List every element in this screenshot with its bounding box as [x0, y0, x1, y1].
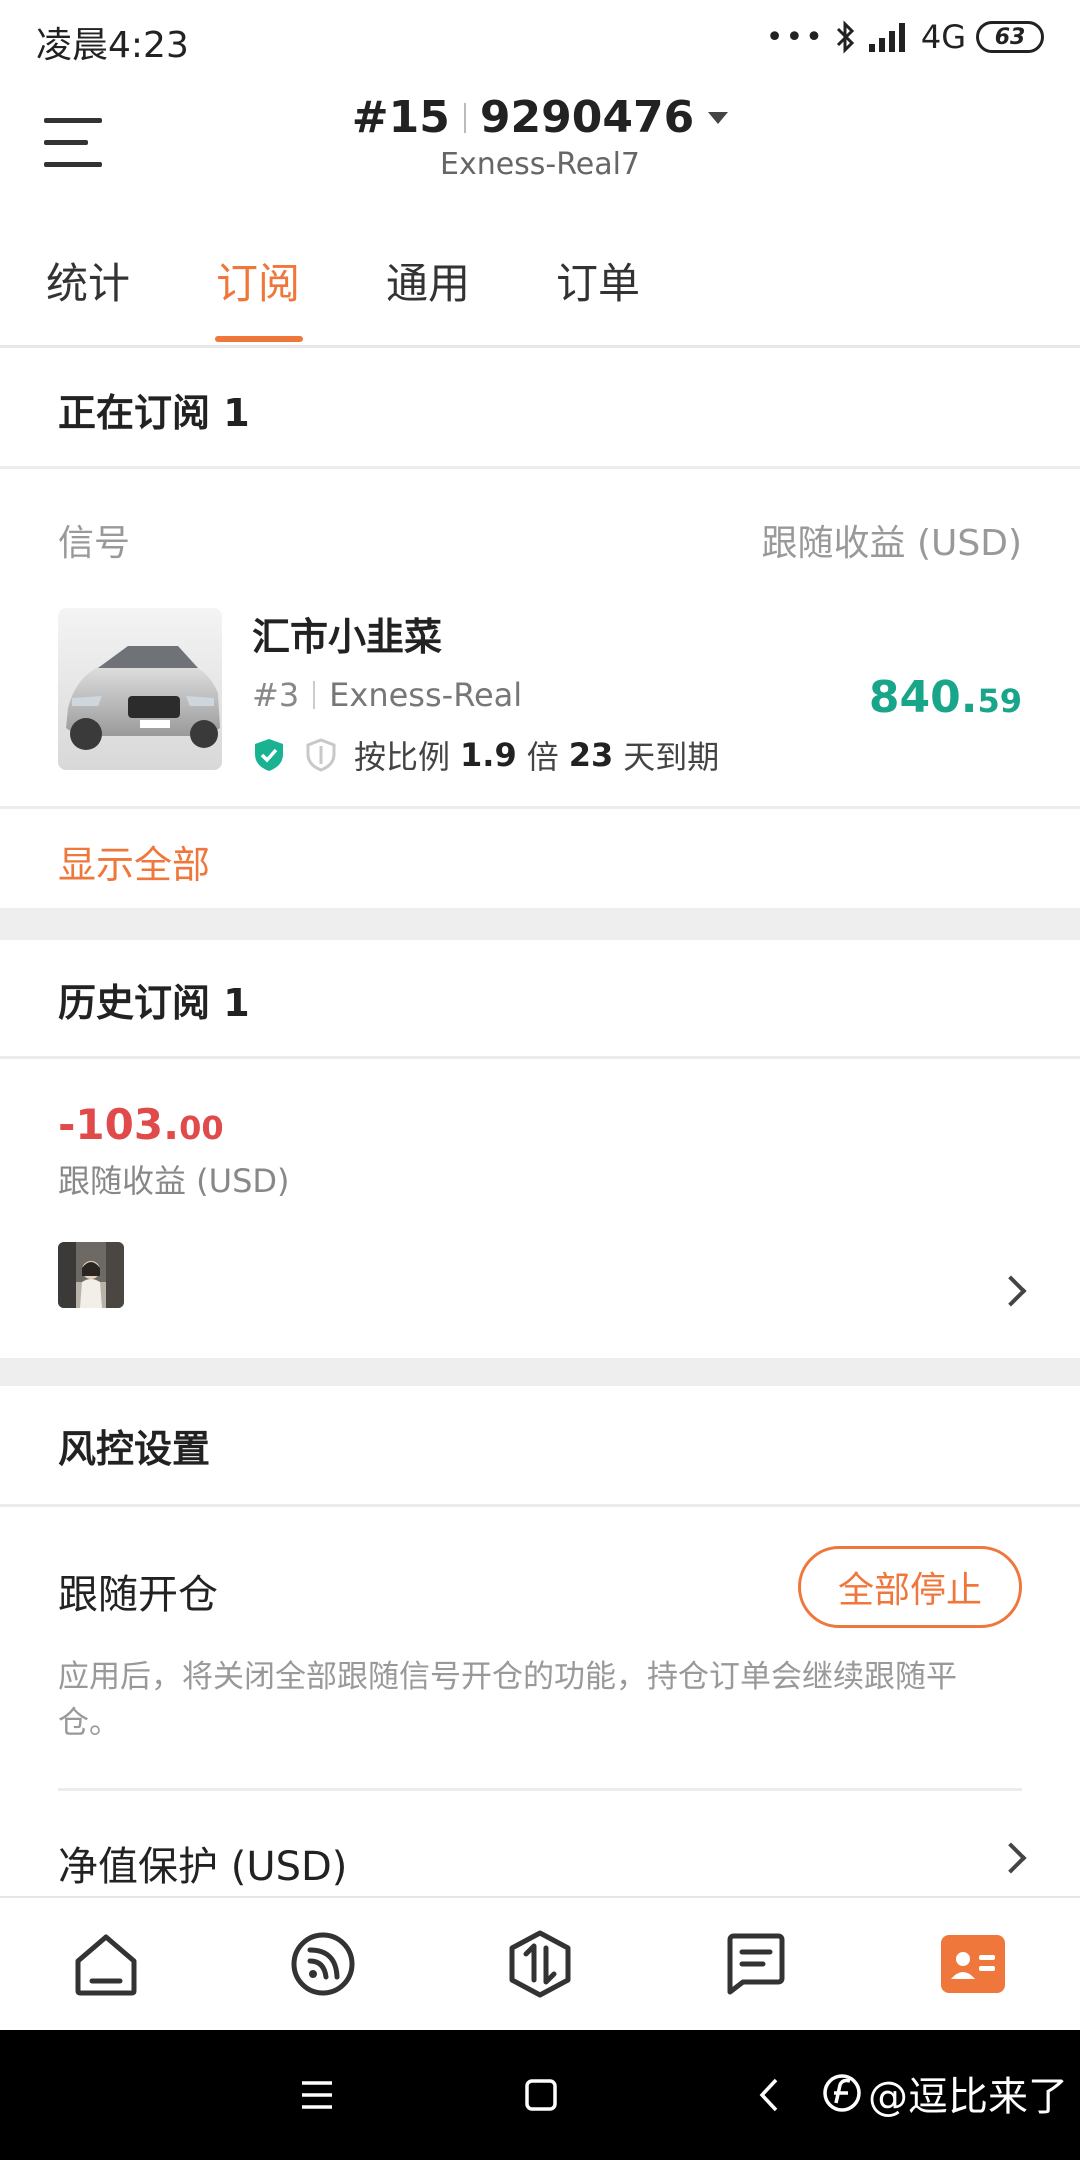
nav-messages[interactable] — [720, 1928, 792, 2000]
days-value: 23 — [568, 736, 614, 774]
nav-profile[interactable] — [937, 1928, 1009, 2000]
more-dots-icon: ••• — [765, 19, 825, 55]
system-navigation-bar: @逗比来了 — [0, 2030, 1080, 2160]
account-number: 9290476 — [479, 92, 695, 143]
history-signal-avatar — [58, 1242, 124, 1308]
current-subscription-title: 正在订阅 1 — [58, 391, 250, 435]
days-suffix: 天到期 — [623, 738, 720, 776]
signal-name: 汇市小韭菜 — [252, 615, 443, 659]
active-tab-indicator — [215, 336, 303, 342]
battery-icon: 63 — [976, 21, 1044, 53]
signal-tags: 按比例 1.9 倍 23 天到期 — [252, 732, 719, 778]
nav-signals[interactable] — [287, 1928, 359, 2000]
ratio-prefix: 按比例 — [354, 738, 451, 776]
recent-apps-button[interactable] — [288, 2066, 346, 2124]
divider — [0, 1504, 1080, 1507]
nav-home[interactable] — [70, 1928, 142, 2000]
signal-rank: #3 — [252, 676, 300, 714]
signal-meta: #3 Exness-Real — [252, 676, 522, 714]
risk-control-title: 风控设置 — [58, 1427, 211, 1471]
ratio-unit: 倍 — [526, 738, 559, 776]
show-all-link[interactable]: 显示全部 — [58, 834, 210, 889]
home-button[interactable] — [512, 2066, 570, 2124]
status-bar: 凌晨4:23 ••• 4G 63 — [0, 0, 1080, 76]
divider — [0, 1056, 1080, 1059]
verified-shield-icon — [255, 739, 283, 771]
follow-open-label: 跟随开仓 — [58, 1572, 218, 1618]
history-profit: -103.00 — [58, 1100, 224, 1149]
network-type: 4G — [920, 18, 966, 56]
ratio-value: 1.9 — [460, 736, 517, 774]
back-arrow-icon — [759, 2078, 778, 2112]
divider — [0, 806, 1080, 809]
square-icon — [525, 2079, 557, 2111]
tab-general[interactable]: 通用 — [386, 250, 470, 311]
cell-signal-icon — [868, 23, 905, 52]
battery-level: 63 — [994, 24, 1026, 50]
back-button[interactable] — [740, 2066, 798, 2124]
weibo-logo-icon — [823, 2074, 861, 2112]
profit-integer: 840. — [868, 672, 978, 723]
signal-thumbnail — [58, 608, 222, 770]
section-gap — [0, 908, 1080, 940]
menu-lines-icon — [302, 2081, 332, 2109]
divider — [0, 466, 1080, 469]
tab-subscription[interactable]: 订阅 — [216, 250, 300, 311]
equity-protection-label: 净值保护 (USD) — [58, 1844, 348, 1890]
loss-integer: -103. — [58, 1100, 180, 1149]
status-icons: ••• 4G 63 — [766, 18, 1044, 56]
account-switcher[interactable]: #15 9290476 Exness-Real7 — [0, 92, 1080, 182]
bottom-navigation — [0, 1896, 1080, 2030]
nav-trade[interactable] — [504, 1928, 576, 2000]
profile-card-icon — [941, 1935, 1005, 1993]
stop-all-button[interactable]: 全部停止 — [798, 1546, 1022, 1628]
bluetooth-icon — [836, 20, 854, 54]
tab-statistics[interactable]: 统计 — [46, 250, 130, 311]
signal-column-label: 信号 — [58, 523, 131, 564]
history-title: 历史订阅 1 — [58, 981, 250, 1025]
status-time: 凌晨4:23 — [36, 25, 189, 66]
follow-open-description: 应用后，将关闭全部跟随信号开仓的功能，持仓订单会继续跟随平仓。 — [58, 1659, 957, 1741]
section-gap — [0, 1358, 1080, 1386]
profit-column-label: 跟随收益 (USD) — [761, 523, 1022, 564]
signal-feed-icon — [291, 1932, 355, 1996]
account-rank: #15 — [351, 92, 450, 143]
account-server: Exness-Real7 — [439, 147, 641, 182]
meta-separator — [313, 681, 316, 709]
caret-down-icon — [708, 111, 729, 124]
watermark: @逗比来了 — [822, 2064, 1068, 2122]
home-icon — [75, 1934, 137, 1996]
history-profit-label: 跟随收益 (USD) — [58, 1162, 290, 1200]
tab-bar: 统计 订阅 通用 订单 — [0, 208, 1080, 348]
app-header: #15 9290476 Exness-Real7 — [0, 76, 1080, 208]
messages-icon — [727, 1933, 785, 1995]
trade-icon — [509, 1930, 571, 1998]
watermark-text: @逗比来了 — [868, 2074, 1068, 2120]
signal-server: Exness-Real — [329, 676, 523, 714]
protection-shield-icon — [306, 738, 336, 772]
signal-profit: 840.59 — [869, 672, 1022, 723]
profit-decimal: 59 — [977, 682, 1022, 720]
tab-orders[interactable]: 订单 — [556, 250, 640, 311]
loss-decimal: 00 — [179, 1109, 224, 1147]
divider — [58, 1788, 1022, 1791]
account-separator — [463, 102, 466, 133]
